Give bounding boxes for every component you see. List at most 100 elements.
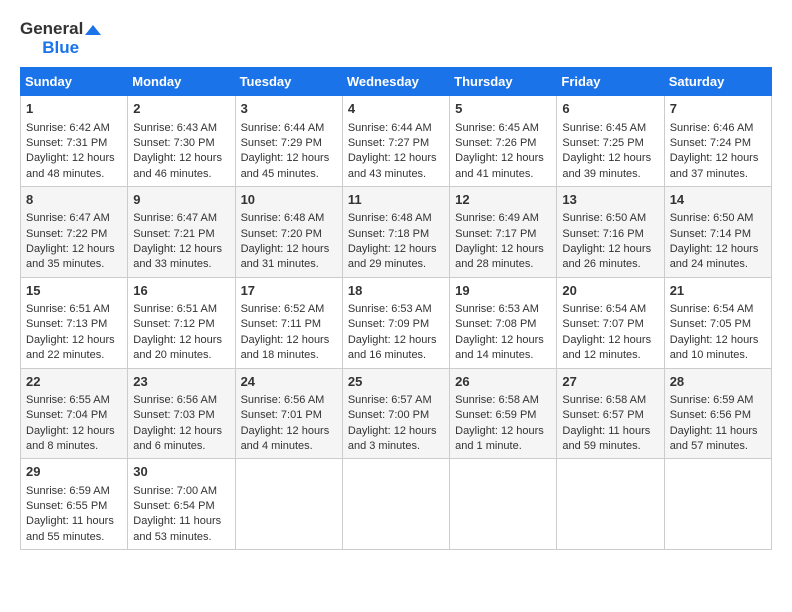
- calendar-header-row: SundayMondayTuesdayWednesdayThursdayFrid…: [21, 68, 772, 96]
- sunset: Sunset: 7:30 PM: [133, 137, 214, 149]
- daylight: Daylight: 12 hours and 3 minutes.: [348, 425, 437, 452]
- sunrise: Sunrise: 6:50 AM: [562, 212, 646, 224]
- calendar-cell: 30 Sunrise: 7:00 AM Sunset: 6:54 PM Dayligh…: [128, 459, 235, 550]
- day-number: 16: [133, 282, 229, 300]
- day-number: 8: [26, 191, 122, 209]
- daylight: Daylight: 12 hours and 39 minutes.: [562, 152, 651, 179]
- day-number: 13: [562, 191, 658, 209]
- calendar-cell: 29 Sunrise: 6:59 AM Sunset: 6:55 PM Dayligh…: [21, 459, 128, 550]
- sunset: Sunset: 7:07 PM: [562, 318, 643, 330]
- day-number: 30: [133, 463, 229, 481]
- sunset: Sunset: 7:12 PM: [133, 318, 214, 330]
- day-number: 10: [241, 191, 337, 209]
- calendar-cell: 14Sunrise: 6:50 AMSunset: 7:14 PMDayligh…: [664, 187, 771, 278]
- calendar-cell: 3Sunrise: 6:44 AMSunset: 7:29 PMDaylight…: [235, 96, 342, 187]
- sunset: Sunset: 6:54 PM: [133, 500, 214, 512]
- daylight: Daylight: 12 hours and 1 minute.: [455, 425, 544, 452]
- sunset: Sunset: 7:05 PM: [670, 318, 751, 330]
- day-number: 1: [26, 100, 122, 118]
- sunrise: Sunrise: 6:45 AM: [562, 122, 646, 134]
- sunset: Sunset: 7:27 PM: [348, 137, 429, 149]
- sunset: Sunset: 7:16 PM: [562, 228, 643, 240]
- column-header-friday: Friday: [557, 68, 664, 96]
- sunrise: Sunrise: 6:43 AM: [133, 122, 217, 134]
- column-header-saturday: Saturday: [664, 68, 771, 96]
- daylight: Daylight: 12 hours and 8 minutes.: [26, 425, 115, 452]
- sunrise: Sunrise: 6:47 AM: [133, 212, 217, 224]
- sunrise: Sunrise: 6:55 AM: [26, 394, 110, 406]
- day-number: 4: [348, 100, 444, 118]
- sunrise: Sunrise: 6:54 AM: [670, 303, 754, 315]
- day-number: 25: [348, 373, 444, 391]
- day-number: 23: [133, 373, 229, 391]
- sunrise: Sunrise: 6:59 AM: [26, 485, 110, 497]
- sunrise: Sunrise: 6:50 AM: [670, 212, 754, 224]
- day-number: 9: [133, 191, 229, 209]
- daylight: Daylight: 11 hours and 53 minutes.: [133, 515, 221, 542]
- sunrise: Sunrise: 6:42 AM: [26, 122, 110, 134]
- sunrise: Sunrise: 6:47 AM: [26, 212, 110, 224]
- daylight: Daylight: 12 hours and 6 minutes.: [133, 425, 222, 452]
- sunset: Sunset: 7:21 PM: [133, 228, 214, 240]
- calendar-table: SundayMondayTuesdayWednesdayThursdayFrid…: [20, 67, 772, 550]
- sunset: Sunset: 7:00 PM: [348, 409, 429, 421]
- daylight: Daylight: 12 hours and 16 minutes.: [348, 334, 437, 361]
- day-number: 22: [26, 373, 122, 391]
- sunset: Sunset: 7:04 PM: [26, 409, 107, 421]
- sunset: Sunset: 7:20 PM: [241, 228, 322, 240]
- column-header-thursday: Thursday: [450, 68, 557, 96]
- day-number: 6: [562, 100, 658, 118]
- calendar-cell: 4Sunrise: 6:44 AMSunset: 7:27 PMDaylight…: [342, 96, 449, 187]
- calendar-cell: 10Sunrise: 6:48 AMSunset: 7:20 PMDayligh…: [235, 187, 342, 278]
- calendar-cell: 16 Sunrise: 6:51 AM Sunset: 7:12 PM Dayligh…: [128, 277, 235, 368]
- daylight: Daylight: 12 hours and 43 minutes.: [348, 152, 437, 179]
- daylight: Daylight: 12 hours and 31 minutes.: [241, 243, 330, 270]
- daylight: Daylight: 11 hours and 57 minutes.: [670, 425, 758, 452]
- sunrise: Sunrise: 6:51 AM: [133, 303, 217, 315]
- column-header-sunday: Sunday: [21, 68, 128, 96]
- sunrise: Sunrise: 7:00 AM: [133, 485, 217, 497]
- daylight: Daylight: 12 hours and 48 minutes.: [26, 152, 115, 179]
- daylight: Daylight: 12 hours and 22 minutes.: [26, 334, 115, 361]
- sunset: Sunset: 7:03 PM: [133, 409, 214, 421]
- daylight: Daylight: 12 hours and 28 minutes.: [455, 243, 544, 270]
- calendar-cell: 27Sunrise: 6:58 AMSunset: 6:57 PMDayligh…: [557, 368, 664, 459]
- sunset: Sunset: 6:55 PM: [26, 500, 107, 512]
- sunrise: Sunrise: 6:44 AM: [241, 122, 325, 134]
- sunset: Sunset: 7:09 PM: [348, 318, 429, 330]
- sunrise: Sunrise: 6:51 AM: [26, 303, 110, 315]
- sunset: Sunset: 7:13 PM: [26, 318, 107, 330]
- logo: General Blue: [20, 20, 101, 57]
- daylight: Daylight: 12 hours and 37 minutes.: [670, 152, 759, 179]
- day-number: 29: [26, 463, 122, 481]
- calendar-cell: 5Sunrise: 6:45 AMSunset: 7:26 PMDaylight…: [450, 96, 557, 187]
- sunrise: Sunrise: 6:49 AM: [455, 212, 539, 224]
- day-number: 27: [562, 373, 658, 391]
- daylight: Daylight: 12 hours and 20 minutes.: [133, 334, 222, 361]
- calendar-cell: [557, 459, 664, 550]
- sunrise: Sunrise: 6:45 AM: [455, 122, 539, 134]
- sunrise: Sunrise: 6:48 AM: [348, 212, 432, 224]
- day-number: 18: [348, 282, 444, 300]
- day-number: 20: [562, 282, 658, 300]
- sunset: Sunset: 7:31 PM: [26, 137, 107, 149]
- day-number: 5: [455, 100, 551, 118]
- sunset: Sunset: 7:14 PM: [670, 228, 751, 240]
- calendar-cell: 23Sunrise: 6:56 AMSunset: 7:03 PMDayligh…: [128, 368, 235, 459]
- day-number: 21: [670, 282, 766, 300]
- sunset: Sunset: 7:18 PM: [348, 228, 429, 240]
- day-number: 14: [670, 191, 766, 209]
- daylight: Daylight: 12 hours and 46 minutes.: [133, 152, 222, 179]
- sunrise: Sunrise: 6:56 AM: [241, 394, 325, 406]
- sunset: Sunset: 7:24 PM: [670, 137, 751, 149]
- daylight: Daylight: 12 hours and 26 minutes.: [562, 243, 651, 270]
- daylight: Daylight: 11 hours and 55 minutes.: [26, 515, 114, 542]
- logo-graphic: General Blue: [20, 20, 101, 57]
- sunset: Sunset: 7:01 PM: [241, 409, 322, 421]
- calendar-cell: 11Sunrise: 6:48 AMSunset: 7:18 PMDayligh…: [342, 187, 449, 278]
- daylight: Daylight: 12 hours and 12 minutes.: [562, 334, 651, 361]
- daylight: Daylight: 12 hours and 45 minutes.: [241, 152, 330, 179]
- sunset: Sunset: 7:22 PM: [26, 228, 107, 240]
- sunset: Sunset: 7:26 PM: [455, 137, 536, 149]
- calendar-cell: 6Sunrise: 6:45 AMSunset: 7:25 PMDaylight…: [557, 96, 664, 187]
